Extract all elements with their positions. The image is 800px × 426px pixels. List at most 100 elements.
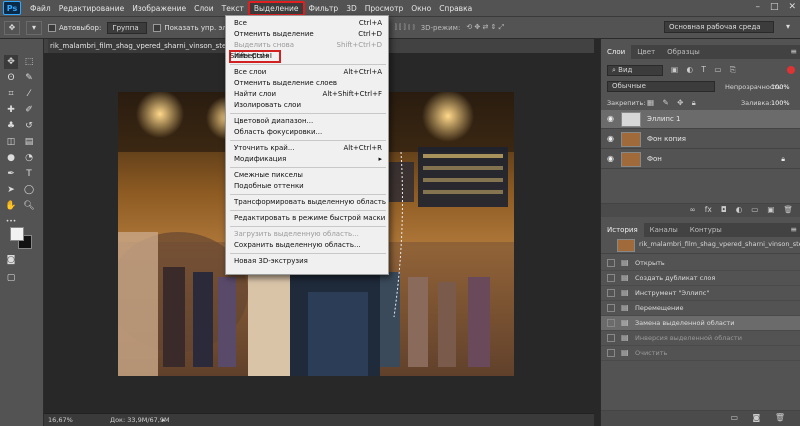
menu-option-9[interactable]: Область фокусировки...	[226, 127, 390, 138]
move-tool-icon[interactable]: ✥	[4, 55, 18, 69]
menu-item-8[interactable]: Просмотр	[361, 1, 408, 16]
workspace-chevron-icon[interactable]: ▾	[786, 22, 790, 31]
status-arrow-icon[interactable]: ▸	[162, 414, 165, 426]
gradient-tool-icon[interactable]: ▤	[22, 135, 36, 149]
3d-mode-icons[interactable]: ⟲ ✥ ⇄ ⇕ ⤢	[466, 23, 504, 32]
menu-option-15[interactable]: Редактировать в режиме быстрой маски	[226, 213, 390, 224]
menu-item-2[interactable]: Изображение	[128, 1, 190, 16]
path-select-tool-icon[interactable]: ➤	[4, 183, 18, 197]
menu-option-16[interactable]: Загрузить выделенную область...	[226, 229, 390, 240]
history-item-3[interactable]: ▤ Перемещение	[601, 301, 800, 316]
menu-option-12[interactable]: Смежные пикселы	[226, 170, 390, 181]
visibility-eye-icon[interactable]: ◉	[607, 150, 614, 168]
history-item-2[interactable]: ▤ Инструмент "Эллипс"	[601, 286, 800, 301]
visibility-eye-icon[interactable]: ◉	[607, 130, 614, 148]
history-brush-tool-icon[interactable]: ↺	[22, 119, 36, 133]
marquee-tool-icon[interactable]: ⬚	[22, 55, 36, 69]
history-item-5[interactable]: ▤ Инверсия выделенной области	[601, 331, 800, 346]
healing-tool-icon[interactable]: ✚	[4, 103, 18, 117]
menu-item-3[interactable]: Слои	[190, 1, 218, 16]
menu-option-2[interactable]: Выделить снова Shift+Ctrl+D	[226, 40, 390, 51]
layer-row-ellipse[interactable]: ◉ Эллипс 1	[601, 110, 800, 129]
history-item-1[interactable]: ▤ Создать дубликат слоя	[601, 271, 800, 286]
adjustment-icon[interactable]: ◐	[736, 205, 743, 214]
menu-option-18[interactable]: Новая 3D-экструзия	[226, 256, 390, 267]
tab-layers[interactable]: Слои	[601, 45, 632, 59]
layer-row-background[interactable]: ◉ Фон 🔒︎	[601, 150, 800, 169]
menu-option-4[interactable]: Все слои Alt+Ctrl+A	[226, 67, 390, 78]
history-brush-source-box[interactable]	[607, 274, 615, 282]
folder-icon[interactable]: ▭	[751, 205, 758, 214]
history-brush-source-box[interactable]	[607, 289, 615, 297]
pen-tool-icon[interactable]: ✒	[4, 167, 18, 181]
zoom-tool-icon[interactable]: 🔍︎	[22, 199, 36, 213]
type-tool-icon[interactable]: T	[22, 167, 36, 181]
screen-mode-icon[interactable]: ▢	[4, 271, 18, 285]
eyedropper-tool-icon[interactable]: ⁄	[22, 87, 36, 101]
menu-option-3[interactable]: Инверсия Shift+Ctrl+I	[229, 50, 281, 63]
move-tool-icon[interactable]: ✥	[4, 20, 20, 35]
foreground-color-swatch[interactable]	[10, 227, 24, 241]
tab-channels[interactable]: Каналы	[644, 223, 684, 237]
menu-item-5[interactable]: Выделение	[247, 0, 305, 16]
menu-item-1[interactable]: Редактирование	[55, 1, 128, 16]
tab-color[interactable]: Цвет	[631, 45, 661, 59]
dodge-tool-icon[interactable]: ◔	[22, 151, 36, 165]
layer-row-bg-copy[interactable]: ◉ Фон копия	[601, 130, 800, 149]
menu-option-8[interactable]: Цветовой диапазон...	[226, 116, 390, 127]
history-footer-icons[interactable]: ▭ ◙ 🗑	[730, 413, 791, 422]
menu-item-6[interactable]: Фильтр	[305, 1, 343, 16]
lock-icons[interactable]: ▦ ✎ ✥ 🔒︎	[647, 98, 699, 108]
filter-toggle-icon[interactable]	[787, 66, 795, 74]
quick-mask-icon[interactable]: ◙	[4, 253, 18, 267]
trash-icon[interactable]: 🗑	[783, 205, 793, 214]
menu-item-7[interactable]: 3D	[342, 1, 361, 16]
shape-tool-icon[interactable]: ◯	[22, 183, 36, 197]
autoselect-checkbox[interactable]: Автовыбор:	[48, 23, 101, 32]
menu-item-4[interactable]: Текст	[218, 1, 248, 16]
maximize-button[interactable]: □	[770, 2, 779, 12]
eraser-tool-icon[interactable]: ◫	[4, 135, 18, 149]
tab-paths[interactable]: Контуры	[684, 223, 728, 237]
history-brush-source-box[interactable]	[607, 334, 615, 342]
history-snapshot[interactable]: rik_malambri_film_shag_vpered_sharni_vin…	[601, 238, 800, 254]
fx-icon[interactable]: fx	[705, 205, 712, 214]
menu-option-11[interactable]: Модификация ▸	[226, 154, 390, 165]
mask-icon[interactable]: ◘	[721, 205, 727, 214]
history-brush-source-box[interactable]	[607, 319, 615, 327]
panel-menu-icon[interactable]: ≡	[790, 45, 797, 59]
quick-select-tool-icon[interactable]: ✎	[22, 71, 36, 85]
tab-history[interactable]: История	[601, 223, 644, 237]
new-layer-icon[interactable]: ▣	[767, 205, 774, 214]
opacity-value[interactable]: 100%	[771, 83, 790, 91]
workspace-select[interactable]: Основная рабочая среда	[664, 21, 774, 33]
menu-option-5[interactable]: Отменить выделение слоев	[226, 78, 390, 89]
layer-kind-filter[interactable]: ⌕ Вид	[607, 65, 663, 76]
history-brush-source-box[interactable]	[607, 304, 615, 312]
menu-option-6[interactable]: Найти слои Alt+Shift+Ctrl+F	[226, 89, 390, 100]
blend-mode-select[interactable]: Обычные	[607, 81, 715, 92]
menu-option-7[interactable]: Изолировать слои	[226, 100, 390, 111]
history-brush-source-box[interactable]	[607, 349, 615, 357]
history-item-4[interactable]: ▤ Замена выделенной области	[601, 316, 800, 331]
menu-option-0[interactable]: Все Ctrl+A	[226, 18, 390, 29]
menu-item-10[interactable]: Справка	[435, 1, 476, 16]
blur-tool-icon[interactable]: ●	[4, 151, 18, 165]
history-item-0[interactable]: ▤ Открыть	[601, 256, 800, 271]
menu-option-17[interactable]: Сохранить выделенную область...	[226, 240, 390, 251]
clone-stamp-tool-icon[interactable]: ♣	[4, 119, 18, 133]
hand-tool-icon[interactable]: ✋	[4, 199, 18, 213]
lasso-tool-icon[interactable]: ʘ	[4, 71, 18, 85]
autoselect-dropdown[interactable]: Группа	[107, 21, 148, 34]
brush-tool-icon[interactable]: ✐	[22, 103, 36, 117]
crop-tool-icon[interactable]: ⌗	[4, 87, 18, 101]
menu-item-0[interactable]: Файл	[26, 1, 55, 16]
menu-item-9[interactable]: Окно	[407, 1, 435, 16]
fill-value[interactable]: 100%	[771, 99, 790, 107]
close-button[interactable]: ✕	[788, 2, 796, 12]
menu-option-13[interactable]: Подобные оттенки	[226, 181, 390, 192]
history-item-6[interactable]: ▤ Очистить	[601, 346, 800, 361]
menu-option-1[interactable]: Отменить выделение Ctrl+D	[226, 29, 390, 40]
panel-menu-icon[interactable]: ≡	[790, 223, 797, 237]
menu-option-14[interactable]: Трансформировать выделенную область	[226, 197, 390, 208]
